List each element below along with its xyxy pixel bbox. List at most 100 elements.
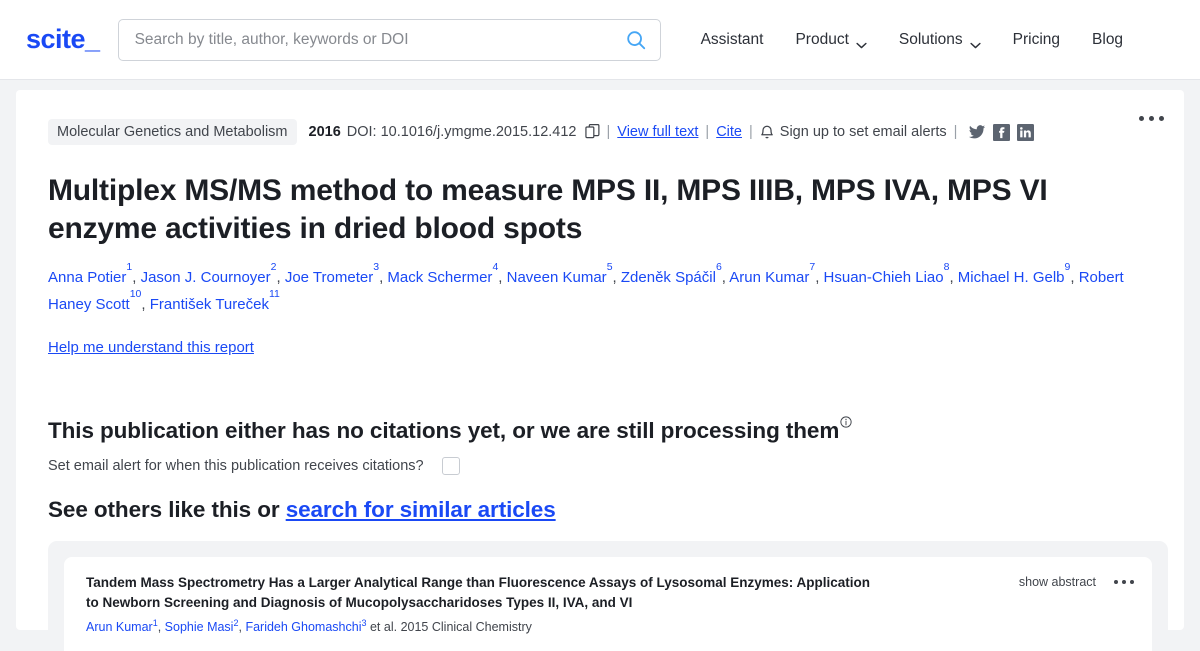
author-affiliation: 5 bbox=[606, 260, 613, 273]
citation-email-alert-row: Set email alert for when this publicatio… bbox=[48, 457, 1152, 476]
separator: , bbox=[498, 268, 507, 286]
author-affiliation: 9 bbox=[1064, 260, 1071, 273]
facebook-icon[interactable] bbox=[993, 123, 1011, 141]
author-name: František Tureček bbox=[149, 295, 269, 313]
help-understand-report-link[interactable]: Help me understand this report bbox=[48, 339, 254, 356]
page-title: Multiplex MS/MS method to measure MPS II… bbox=[48, 174, 1048, 245]
similar-article-card[interactable]: Tandem Mass Spectrometry Has a Larger An… bbox=[64, 557, 1152, 651]
nav-item-pricing[interactable]: Pricing bbox=[997, 25, 1076, 55]
nav-label: Blog bbox=[1092, 30, 1124, 48]
similar-heading-prefix: See others like this or bbox=[48, 497, 286, 523]
author-name: Farideh Ghomashchi bbox=[245, 620, 362, 635]
et-al-label: et al. bbox=[369, 620, 398, 635]
similar-articles-heading: See others like this or search for simil… bbox=[48, 497, 1152, 523]
social-share-group bbox=[968, 123, 1035, 141]
nav-item-solutions[interactable]: Solutions bbox=[883, 25, 997, 55]
author-link[interactable]: Hsuan-Chieh Liao8 bbox=[823, 261, 950, 286]
nav-item-blog[interactable]: Blog bbox=[1076, 25, 1139, 55]
separator: , bbox=[1070, 268, 1079, 286]
cite-link[interactable]: Cite bbox=[716, 124, 742, 140]
author-affiliation: 2 bbox=[270, 260, 277, 273]
dot bbox=[1139, 116, 1144, 121]
divider: | bbox=[749, 124, 753, 140]
citation-email-alert-checkbox[interactable] bbox=[441, 457, 460, 476]
author-link[interactable]: Arun Kumar1 bbox=[86, 618, 158, 635]
dot bbox=[1149, 116, 1154, 121]
author-link[interactable]: Mack Schermer4 bbox=[387, 261, 498, 286]
copy-icon[interactable] bbox=[584, 123, 600, 140]
author-name: Arun Kumar bbox=[86, 620, 153, 635]
dot bbox=[1159, 116, 1164, 121]
separator: , bbox=[276, 268, 285, 286]
scite-logo[interactable]: scite_ bbox=[26, 26, 100, 53]
main-nav: Assistant Product Solutions Pricing Blog bbox=[685, 25, 1176, 55]
author-name: Joe Trometer bbox=[284, 268, 374, 286]
search-icon[interactable] bbox=[625, 29, 647, 51]
author-link[interactable]: Sophie Masi2 bbox=[165, 618, 239, 634]
site-header: scite_ Assistant Product Solutions Pr bbox=[0, 0, 1200, 80]
similar-article-title[interactable]: Tandem Mass Spectrometry Has a Larger An… bbox=[86, 573, 886, 612]
author-link[interactable]: Michael H. Gelb9 bbox=[957, 261, 1071, 286]
separator: , bbox=[157, 620, 165, 635]
author-link[interactable]: Joe Trometer3 bbox=[284, 261, 379, 286]
author-link[interactable]: František Tureček11 bbox=[149, 288, 280, 313]
similar-article-main: Tandem Mass Spectrometry Has a Larger An… bbox=[86, 573, 1019, 637]
separator: , bbox=[949, 268, 958, 286]
email-alerts-link[interactable]: Sign up to set email alerts bbox=[780, 124, 947, 140]
author-name: Arun Kumar bbox=[729, 268, 810, 286]
author-affiliation: 4 bbox=[492, 260, 499, 273]
similar-article-year: 2015 bbox=[400, 620, 429, 635]
author-affiliation: 3 bbox=[373, 260, 380, 273]
view-full-text-link[interactable]: View full text bbox=[617, 124, 698, 140]
author-link[interactable]: Naveen Kumar5 bbox=[506, 261, 613, 286]
divider: | bbox=[606, 124, 611, 140]
author-link[interactable]: Farideh Ghomashchi3 bbox=[245, 618, 366, 635]
search-similar-articles-link[interactable]: search for similar articles bbox=[286, 497, 556, 522]
similar-articles-container: Tandem Mass Spectrometry Has a Larger An… bbox=[48, 541, 1168, 651]
bell-icon bbox=[760, 124, 774, 140]
divider: | bbox=[953, 124, 958, 140]
page-options-menu[interactable] bbox=[1139, 116, 1164, 121]
similar-article-options-menu[interactable] bbox=[1114, 580, 1134, 585]
author-name: Mack Schermer bbox=[387, 268, 493, 286]
citations-heading-text: This publication either has no citations… bbox=[48, 418, 840, 444]
author-link[interactable]: Zdeněk Spáčil6 bbox=[620, 261, 722, 286]
author-affiliation: 10 bbox=[129, 288, 142, 301]
nav-label: Product bbox=[795, 30, 849, 48]
author-name: Zdeněk Spáčil bbox=[620, 268, 716, 286]
search-input[interactable] bbox=[117, 18, 661, 61]
author-affiliation: 8 bbox=[943, 260, 950, 273]
author-name: Michael H. Gelb bbox=[957, 268, 1065, 286]
nav-label: Assistant bbox=[700, 30, 764, 48]
separator: , bbox=[612, 268, 621, 286]
nav-item-assistant[interactable]: Assistant bbox=[685, 25, 780, 55]
author-name: Jason J. Cournoyer bbox=[140, 268, 271, 286]
publication-meta: Molecular Genetics and Metabolism 2016 D… bbox=[16, 118, 1184, 146]
separator: , bbox=[141, 295, 150, 313]
chevron-down-icon bbox=[970, 36, 981, 49]
author-list: Anna Potier1, Jason J. Cournoyer2, Joe T… bbox=[48, 261, 1152, 319]
author-link[interactable]: Arun Kumar7 bbox=[729, 261, 815, 286]
journal-badge[interactable]: Molecular Genetics and Metabolism bbox=[48, 119, 297, 145]
info-icon[interactable] bbox=[840, 408, 852, 428]
show-abstract-button[interactable]: show abstract bbox=[1019, 575, 1096, 589]
author-name: Naveen Kumar bbox=[506, 268, 607, 286]
twitter-icon[interactable] bbox=[968, 123, 986, 141]
author-affiliation: 6 bbox=[715, 260, 722, 273]
divider: | bbox=[705, 124, 710, 140]
author-name: Hsuan-Chieh Liao bbox=[823, 268, 944, 286]
dot bbox=[1114, 580, 1118, 585]
publication-page: Molecular Genetics and Metabolism 2016 D… bbox=[16, 90, 1184, 651]
nav-item-product[interactable]: Product bbox=[779, 25, 882, 55]
citation-email-alert-label: Set email alert for when this publicatio… bbox=[48, 458, 424, 475]
similar-article-actions: show abstract bbox=[1019, 573, 1134, 589]
publication-year: 2016 bbox=[308, 124, 341, 140]
author-name: Anna Potier bbox=[48, 268, 127, 286]
linkedin-icon[interactable] bbox=[1017, 123, 1035, 141]
citations-heading: This publication either has no citations… bbox=[48, 408, 1152, 444]
author-link[interactable]: Jason J. Cournoyer2 bbox=[140, 261, 277, 286]
dot bbox=[1122, 580, 1126, 585]
author-link[interactable]: Anna Potier1 bbox=[48, 261, 132, 286]
similar-article-authors: Arun Kumar1, Sophie Masi2, Farideh Ghoma… bbox=[86, 617, 1019, 637]
author-affiliation: 7 bbox=[809, 260, 816, 273]
